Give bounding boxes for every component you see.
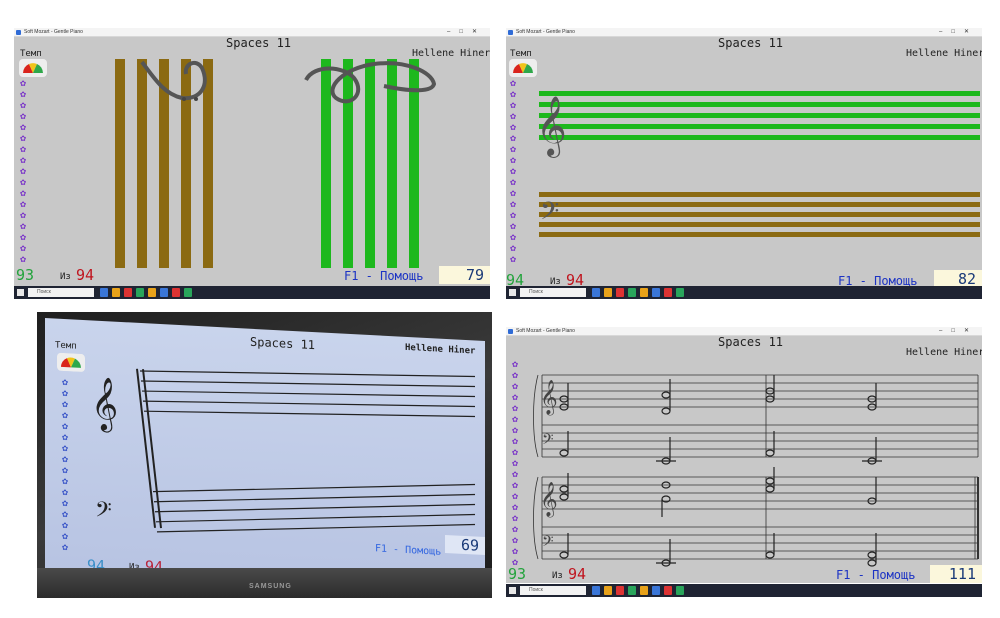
score-display: 82: [934, 270, 982, 286]
taskbar-app-icons[interactable]: [592, 586, 684, 595]
treble-staff-horizontal: [539, 91, 980, 140]
windows-taskbar-4[interactable]: Поиск: [506, 584, 982, 597]
bass-clef-icon: 𝄢: [542, 431, 554, 452]
grand-staff-drawing: 𝄞 𝄢 𝄞 𝄢: [533, 374, 979, 567]
score-display: 111: [930, 565, 982, 583]
bass-clef-rotated-icon: [140, 60, 207, 101]
start-button-icon[interactable]: [17, 289, 24, 296]
notes-played-count: 93: [508, 565, 527, 583]
score-display: 69: [445, 534, 485, 556]
notes-played-count: 93: [16, 266, 35, 284]
taskbar-search-input[interactable]: Поиск: [520, 586, 586, 595]
treble-clef-icon: 𝄞: [540, 482, 558, 518]
panel-laptop-photo: Spaces 11 Hellene Hiner Темп ✿ ✿ ✿ ✿ ✿ ✿ ✿ ✿ ✿ ✿ ✿…: [37, 312, 492, 598]
bass-clef-icon: 𝄢: [95, 498, 112, 529]
panel-horizontal-staves: Soft Mozart - Gentle Piano –□✕ Spaces 11…: [506, 28, 982, 286]
treble-clef-icon: 𝄞: [91, 375, 118, 432]
laptop-screen: Spaces 11 Hellene Hiner Темп ✿ ✿ ✿ ✿ ✿ ✿ ✿ ✿ ✿ ✿ ✿…: [45, 318, 485, 598]
taskbar-app-icons[interactable]: [100, 288, 192, 297]
start-button-icon[interactable]: [509, 587, 516, 594]
windows-taskbar-1[interactable]: Поиск: [14, 286, 490, 299]
vertical-staff-drawing: [115, 59, 437, 268]
bass-staff-horizontal: [539, 192, 980, 237]
of-label: Из: [552, 571, 563, 581]
horizontal-staff-drawing: 𝄞 𝄢: [536, 91, 980, 237]
windows-taskbar-2[interactable]: Поиск: [506, 286, 982, 299]
bass-clef-icon: 𝄢: [542, 533, 554, 554]
help-hint[interactable]: F1 - Помощь: [344, 269, 423, 283]
help-hint[interactable]: F1 - Помощь: [838, 274, 917, 286]
start-button-icon[interactable]: [509, 289, 516, 296]
score-display: 79: [439, 266, 490, 284]
panel-grand-staff-notation: Soft Mozart - Gentle Piano –□✕ Spaces 11…: [506, 327, 982, 583]
notes-total-count: 94: [76, 266, 95, 284]
laptop-brand: SAMSUNG: [249, 583, 292, 590]
laptop-bezel: SAMSUNG: [37, 568, 492, 598]
panel-vertical-staves: Soft Mozart - Gentle Piano –□✕ Spaces 11…: [14, 28, 490, 286]
taskbar-app-icons[interactable]: [592, 288, 684, 297]
notes: [559, 375, 882, 567]
notes-total-count: 94: [566, 271, 585, 286]
bass-clef-icon: 𝄢: [540, 197, 559, 232]
taskbar-search-input[interactable]: Поиск: [28, 288, 94, 297]
notes-played-count: 94: [506, 271, 525, 286]
treble-clef-icon: 𝄞: [540, 380, 558, 416]
treble-clef-icon: 𝄞: [536, 96, 567, 158]
notes-total-count: 94: [568, 565, 587, 583]
taskbar-search-input[interactable]: Поиск: [520, 288, 586, 297]
help-hint[interactable]: F1 - Помощь: [836, 568, 915, 582]
of-label: Из: [550, 277, 561, 286]
of-label: Из: [60, 272, 71, 282]
